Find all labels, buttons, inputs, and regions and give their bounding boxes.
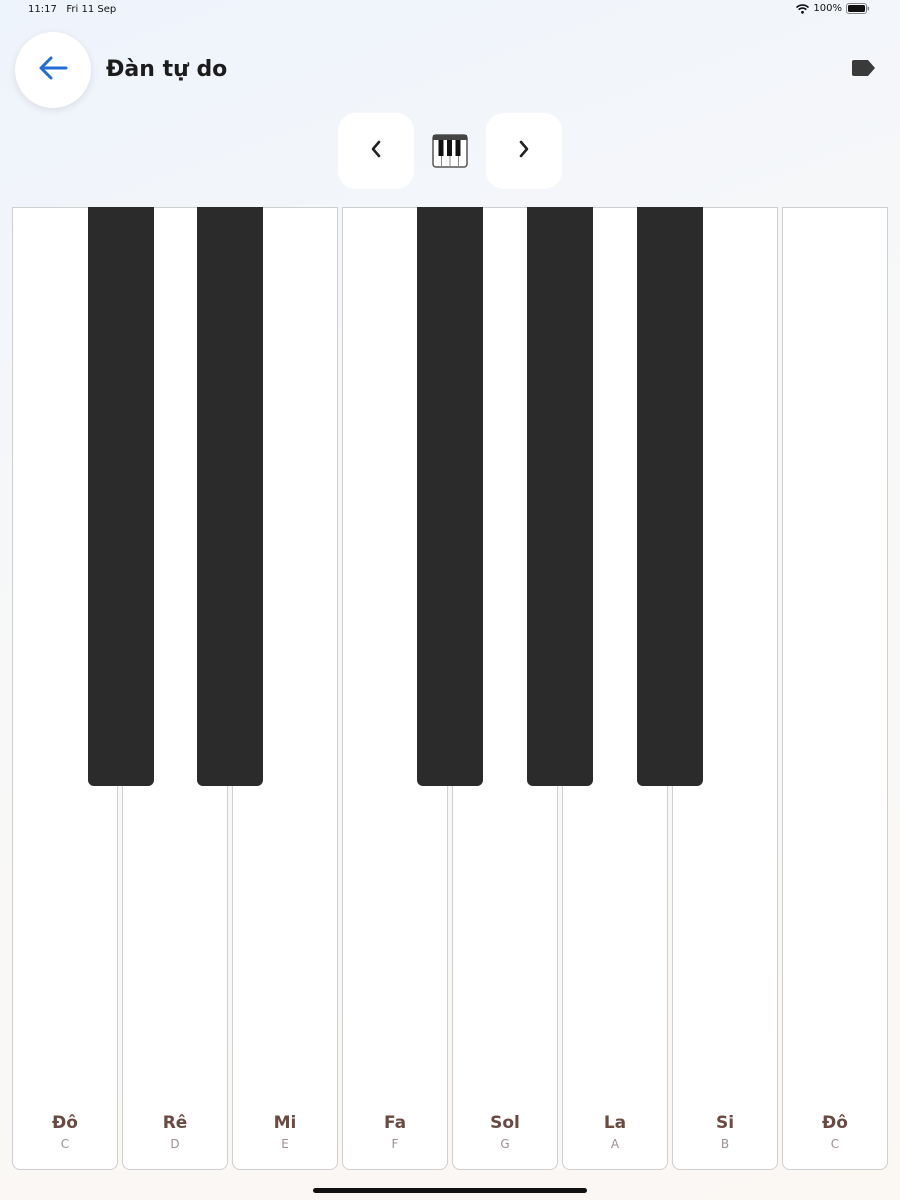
black-key-c-sharp[interactable] [88,207,154,786]
key-letter-label: B [720,1137,730,1151]
black-key-g-sharp[interactable] [527,207,593,786]
status-bar: 11:17 Fri 11 Sep 100% [0,0,900,22]
key-note-label: Rê [162,1113,188,1133]
key-letter-label: A [610,1137,620,1151]
white-key-c-high[interactable]: Đô C [782,207,888,1170]
status-time: 11:17 Fri 11 Sep [28,4,116,15]
black-key-f-sharp[interactable] [417,207,483,786]
tag-icon [851,58,877,82]
key-letter-label: C [830,1137,840,1151]
arrow-left-icon [37,54,69,86]
key-note-label: Si [715,1113,735,1133]
key-letter-label: D [170,1137,180,1151]
battery-percent: 100% [813,3,842,14]
black-key-a-sharp[interactable] [637,207,703,786]
home-indicator[interactable] [313,1188,587,1193]
key-note-label: Mi [273,1113,297,1133]
battery-icon [846,3,870,14]
key-note-label: La [603,1113,627,1133]
chevron-right-icon [516,138,532,164]
black-key-d-sharp[interactable] [197,207,263,786]
key-letter-label: F [391,1137,399,1151]
key-letter-label: C [60,1137,70,1151]
prev-octave-button[interactable] [338,113,414,189]
back-button[interactable] [15,32,91,108]
key-note-label: Đô [822,1113,848,1133]
wifi-icon [796,3,810,14]
key-note-label: Fa [383,1113,407,1133]
next-octave-button[interactable] [486,113,562,189]
key-letter-label: G [500,1137,510,1151]
key-note-label: Sol [490,1113,520,1133]
status-date: Fri 11 Sep [66,4,117,15]
page-title: Đàn tự do [106,57,228,82]
piano-icon [432,134,468,168]
status-indicators: 100% [796,3,870,14]
key-note-label: Đô [52,1113,78,1133]
tag-button[interactable] [850,58,878,82]
piano-keyboard: Đô C Rê D Mi E Fa F Sol G La A Si B Đô C [12,207,888,1172]
status-clock: 11:17 [28,4,57,15]
key-letter-label: E [281,1137,289,1151]
chevron-left-icon [368,138,384,164]
